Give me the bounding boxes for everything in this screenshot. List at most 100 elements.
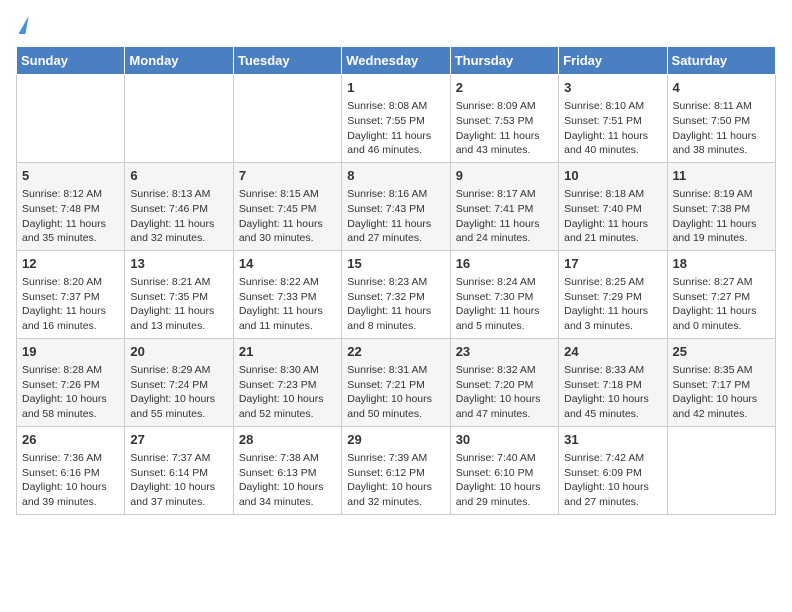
day-info: Sunset: 7:30 PM — [456, 290, 553, 305]
day-number: 31 — [564, 431, 661, 449]
day-number: 24 — [564, 343, 661, 361]
day-info: Daylight: 11 hours and 5 minutes. — [456, 304, 553, 333]
day-info: Sunrise: 7:42 AM — [564, 451, 661, 466]
weekday-header-row: SundayMondayTuesdayWednesdayThursdayFrid… — [17, 47, 776, 75]
day-number: 26 — [22, 431, 119, 449]
calendar-cell: 7 Sunrise: 8:15 AMSunset: 7:45 PMDaylight… — [233, 162, 341, 250]
calendar-cell: 13Sunrise: 8:21 AMSunset: 7:35 PMDayligh… — [125, 250, 233, 338]
day-info: Sunset: 7:38 PM — [673, 202, 770, 217]
day-number: 7 — [239, 167, 336, 185]
calendar-cell: 9Sunrise: 8:17 AMSunset: 7:41 PMDaylight… — [450, 162, 558, 250]
day-number: 11 — [673, 167, 770, 185]
day-info: Daylight: 11 hours and 30 minutes. — [239, 217, 336, 246]
day-info: Daylight: 11 hours and 11 minutes. — [239, 304, 336, 333]
calendar-week-row: 19Sunrise: 8:28 AMSunset: 7:26 PMDayligh… — [17, 338, 776, 426]
day-number: 18 — [673, 255, 770, 273]
calendar-cell: 22Sunrise: 8:31 AMSunset: 7:21 PMDayligh… — [342, 338, 450, 426]
day-info: Sunrise: 8:27 AM — [673, 275, 770, 290]
day-info: Sunset: 6:13 PM — [239, 466, 336, 481]
calendar-cell: 30Sunrise: 7:40 AMSunset: 6:10 PMDayligh… — [450, 426, 558, 514]
day-number: 29 — [347, 431, 444, 449]
day-info: Sunset: 7:18 PM — [564, 378, 661, 393]
calendar-cell: 2Sunrise: 8:09 AMSunset: 7:53 PMDaylight… — [450, 75, 558, 163]
calendar-cell: 8Sunrise: 8:16 AMSunset: 7:43 PMDaylight… — [342, 162, 450, 250]
day-info: Sunrise: 8:32 AM — [456, 363, 553, 378]
day-info: Sunrise: 8:09 AM — [456, 99, 553, 114]
calendar-cell: 26Sunrise: 7:36 AMSunset: 6:16 PMDayligh… — [17, 426, 125, 514]
calendar-cell: 14Sunrise: 8:22 AMSunset: 7:33 PMDayligh… — [233, 250, 341, 338]
day-info: Sunset: 7:35 PM — [130, 290, 227, 305]
day-info: Sunrise: 8:12 AM — [22, 187, 119, 202]
day-info: Sunrise: 8:20 AM — [22, 275, 119, 290]
day-info: Sunset: 7:37 PM — [22, 290, 119, 305]
day-number: 27 — [130, 431, 227, 449]
day-info: Sunrise: 8:33 AM — [564, 363, 661, 378]
day-number: 15 — [347, 255, 444, 273]
day-number: 25 — [673, 343, 770, 361]
page-header — [16, 16, 776, 34]
day-info: Daylight: 11 hours and 43 minutes. — [456, 129, 553, 158]
calendar-cell: 3Sunrise: 8:10 AMSunset: 7:51 PMDaylight… — [559, 75, 667, 163]
calendar-cell: 6Sunrise: 8:13 AMSunset: 7:46 PMDaylight… — [125, 162, 233, 250]
day-info: Sunset: 7:29 PM — [564, 290, 661, 305]
weekday-header: Sunday — [17, 47, 125, 75]
day-info: Sunrise: 8:19 AM — [673, 187, 770, 202]
day-info: Daylight: 11 hours and 21 minutes. — [564, 217, 661, 246]
day-info: Sunrise: 8:23 AM — [347, 275, 444, 290]
day-info: Daylight: 10 hours and 50 minutes. — [347, 392, 444, 421]
day-info: Daylight: 10 hours and 34 minutes. — [239, 480, 336, 509]
day-info: Sunset: 7:46 PM — [130, 202, 227, 217]
day-info: Sunrise: 8:15 AM — [239, 187, 336, 202]
day-info: Sunset: 6:10 PM — [456, 466, 553, 481]
day-number: 19 — [22, 343, 119, 361]
calendar-cell — [17, 75, 125, 163]
day-info: Sunrise: 8:28 AM — [22, 363, 119, 378]
day-info: Daylight: 10 hours and 58 minutes. — [22, 392, 119, 421]
day-info: Sunrise: 8:35 AM — [673, 363, 770, 378]
day-number: 9 — [456, 167, 553, 185]
day-info: Sunrise: 8:11 AM — [673, 99, 770, 114]
day-info: Sunrise: 8:10 AM — [564, 99, 661, 114]
day-info: Daylight: 10 hours and 47 minutes. — [456, 392, 553, 421]
day-number: 21 — [239, 343, 336, 361]
day-info: Daylight: 11 hours and 38 minutes. — [673, 129, 770, 158]
day-info: Sunset: 7:45 PM — [239, 202, 336, 217]
day-info: Daylight: 11 hours and 40 minutes. — [564, 129, 661, 158]
calendar-cell: 12Sunrise: 8:20 AMSunset: 7:37 PMDayligh… — [17, 250, 125, 338]
calendar-cell — [125, 75, 233, 163]
day-number: 14 — [239, 255, 336, 273]
day-info: Sunset: 7:21 PM — [347, 378, 444, 393]
day-info: Sunset: 7:48 PM — [22, 202, 119, 217]
calendar-cell — [233, 75, 341, 163]
day-info: Sunset: 7:50 PM — [673, 114, 770, 129]
day-number: 1 — [347, 79, 444, 97]
day-info: Sunrise: 8:29 AM — [130, 363, 227, 378]
day-info: Daylight: 11 hours and 3 minutes. — [564, 304, 661, 333]
day-info: Daylight: 11 hours and 46 minutes. — [347, 129, 444, 158]
day-info: Sunset: 6:14 PM — [130, 466, 227, 481]
day-info: Sunrise: 8:25 AM — [564, 275, 661, 290]
day-info: Daylight: 10 hours and 32 minutes. — [347, 480, 444, 509]
day-info: Daylight: 10 hours and 29 minutes. — [456, 480, 553, 509]
day-number: 4 — [673, 79, 770, 97]
calendar-cell: 21Sunrise: 8:30 AMSunset: 7:23 PMDayligh… — [233, 338, 341, 426]
calendar-cell — [667, 426, 775, 514]
day-info: Daylight: 11 hours and 0 minutes. — [673, 304, 770, 333]
weekday-header: Saturday — [667, 47, 775, 75]
day-info: Sunset: 7:26 PM — [22, 378, 119, 393]
day-info: Sunset: 7:40 PM — [564, 202, 661, 217]
weekday-header: Wednesday — [342, 47, 450, 75]
day-info: Sunrise: 8:31 AM — [347, 363, 444, 378]
day-number: 16 — [456, 255, 553, 273]
day-number: 2 — [456, 79, 553, 97]
calendar-week-row: 26Sunrise: 7:36 AMSunset: 6:16 PMDayligh… — [17, 426, 776, 514]
day-info: Sunrise: 7:40 AM — [456, 451, 553, 466]
day-info: Sunrise: 7:39 AM — [347, 451, 444, 466]
day-info: Sunset: 7:23 PM — [239, 378, 336, 393]
day-info: Sunset: 7:32 PM — [347, 290, 444, 305]
calendar-cell: 24Sunrise: 8:33 AMSunset: 7:18 PMDayligh… — [559, 338, 667, 426]
day-info: Sunset: 7:43 PM — [347, 202, 444, 217]
calendar-cell: 11Sunrise: 8:19 AMSunset: 7:38 PMDayligh… — [667, 162, 775, 250]
calendar-cell: 20Sunrise: 8:29 AMSunset: 7:24 PMDayligh… — [125, 338, 233, 426]
day-info: Sunrise: 8:24 AM — [456, 275, 553, 290]
